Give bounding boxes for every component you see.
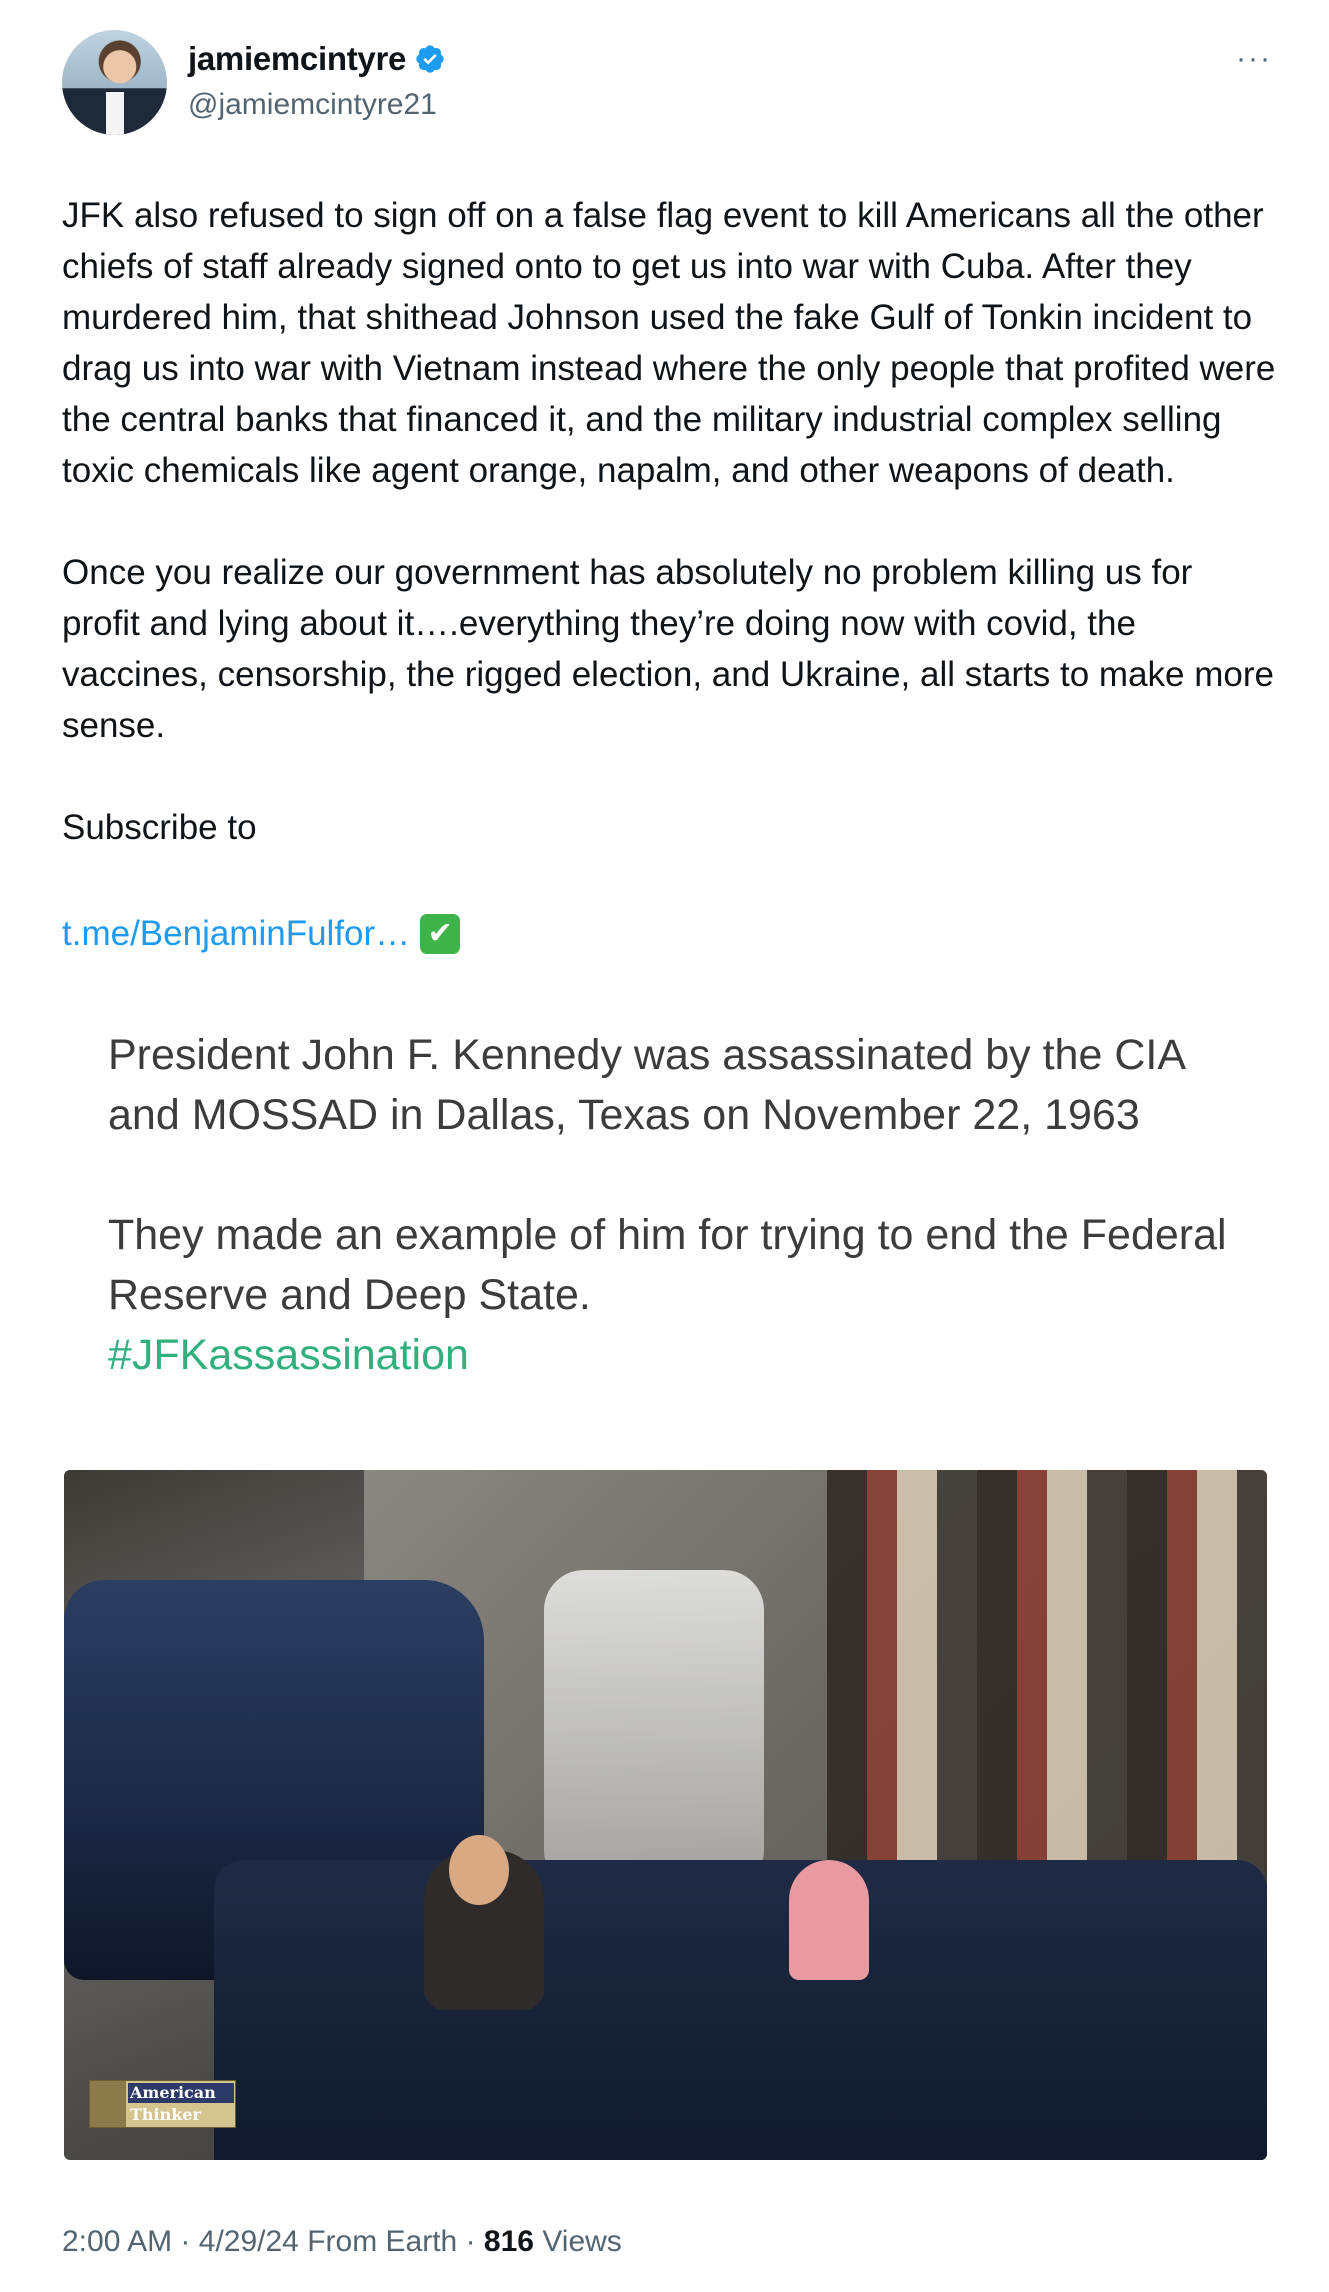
watermark-text-2: Thinker [130, 2105, 201, 2124]
author-handle[interactable]: @jamiemcintyre21 [188, 88, 437, 122]
tweet-meta: 2:00 AM · 4/29/24 From Earth · 816 Views [62, 2225, 622, 2259]
more-options-icon[interactable]: ··· [1236, 42, 1272, 76]
meme-paragraph-2: They made an example of him for trying t… [108, 1211, 1227, 1319]
meta-separator-2: · [465, 2225, 476, 2258]
check-mark-icon: ✔ [420, 913, 461, 954]
limousine-graphic [214, 1860, 1267, 2160]
views-label: Views [542, 2225, 622, 2258]
author-name[interactable]: jamiemcintyre [188, 40, 406, 78]
passenger-pink-graphic [789, 1860, 869, 1980]
meme-hashtag: #JFKassassination [108, 1331, 469, 1379]
watermark-emblem-icon [90, 2081, 126, 2127]
tweet-time[interactable]: 2:00 AM [62, 2225, 172, 2258]
tweet-date[interactable]: 4/29/24 [199, 2225, 299, 2258]
tweet-media-image[interactable]: President John F. Kennedy was assassinat… [62, 985, 1269, 2175]
avatar[interactable] [62, 30, 167, 135]
views-count[interactable]: 816 [484, 2225, 534, 2258]
author-name-row: jamiemcintyre [188, 40, 446, 78]
verified-badge-icon [416, 45, 444, 73]
tweet-text: JFK also refused to sign off on a false … [62, 196, 1276, 847]
tweet-source: From Earth [307, 2225, 458, 2258]
tweet-link[interactable]: t.me/BenjaminFulfor… [62, 908, 410, 959]
watermark-logo: American Thinker [89, 2080, 236, 2128]
watermark-text-1: American [128, 2083, 234, 2103]
tweet-link-line: t.me/BenjaminFulfor… ✔ [62, 908, 461, 959]
tweet-header: jamiemcintyre @jamiemcintyre21 ··· [62, 30, 1272, 140]
crowd-graphic [827, 1470, 1267, 1890]
motorcade-photo: American Thinker [64, 1470, 1267, 2160]
meme-caption: President John F. Kennedy was assassinat… [108, 1025, 1228, 1385]
meta-separator: · [180, 2225, 191, 2258]
meme-paragraph-1: President John F. Kennedy was assassinat… [108, 1031, 1184, 1139]
motorcycle-graphic [544, 1570, 764, 1890]
